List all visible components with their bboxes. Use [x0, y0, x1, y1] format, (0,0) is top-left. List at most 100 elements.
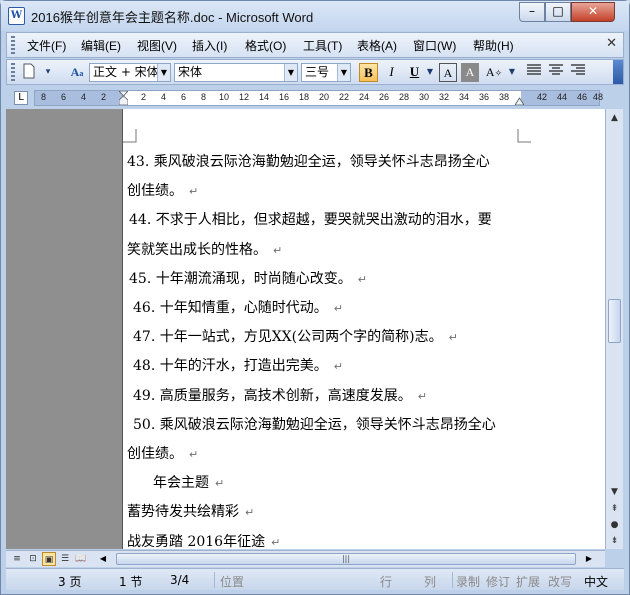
document-line[interactable]: 年会主题 ↵	[153, 472, 224, 492]
status-overwrite[interactable]: 改写	[548, 573, 572, 590]
ruler-tick: 34	[459, 92, 470, 102]
paragraph-mark-icon: ↵	[333, 360, 343, 374]
scroll-left-icon[interactable]: ◀	[96, 552, 110, 566]
scroll-up-icon[interactable]: ▲	[607, 111, 622, 126]
horizontal-ruler[interactable]: 8 6 4 2 2 4 6 8 10 12 14 16 18 20 22 24 …	[34, 90, 603, 106]
menu-table[interactable]: 表格(A)	[357, 37, 397, 54]
print-layout-icon[interactable]: ▣	[42, 552, 56, 566]
scroll-thumb[interactable]	[608, 299, 621, 343]
char-shading-icon[interactable]: A	[461, 63, 479, 82]
font-size-combo[interactable]: 三号 ▼	[301, 63, 351, 82]
line-text: 45. 十年潮流涌现，时尚随心改变。	[129, 270, 352, 287]
status-page-of: 3/4	[170, 573, 190, 587]
ruler-tick: 8	[201, 92, 207, 102]
line-text: 48. 十年的汗水，打造出完美。	[133, 358, 328, 375]
paragraph-mark-icon: ↵	[215, 477, 225, 491]
next-page-icon[interactable]: ⇟	[607, 534, 622, 549]
document-line[interactable]: 蓄势待发共绘精彩 ↵	[127, 501, 254, 521]
document-line[interactable]: 战友勇踏 2016年征途 ↵	[127, 531, 280, 549]
menu-window[interactable]: 窗口(W)	[413, 37, 456, 54]
menu-file[interactable]: 文件(F)	[27, 37, 66, 54]
normal-view-icon[interactable]: ≡	[10, 552, 24, 566]
chevron-down-icon[interactable]: ▼	[157, 64, 170, 81]
ruler-tick: 6	[181, 92, 187, 102]
document-close-icon[interactable]: ✕	[606, 36, 617, 51]
ruler-tick: 2	[141, 92, 147, 102]
document-line[interactable]: 49. 高质量服务，高技术创新，高速度发展。 ↵	[133, 385, 427, 405]
line-text: 43. 乘风破浪云际沧海勤勉迎全运，领导关怀斗志昂扬全心	[127, 154, 490, 170]
horizontal-scroll-thumb[interactable]: |||	[116, 553, 576, 565]
document-line[interactable]: 创佳绩。 ↵	[127, 443, 198, 463]
toolbar-grip-icon[interactable]	[11, 63, 15, 81]
char-scale-icon[interactable]: A✧	[483, 63, 505, 82]
toolbar-overflow-icon[interactable]: ▾	[43, 63, 53, 82]
maximize-button[interactable]: □	[545, 2, 571, 22]
toolbar-options-icon[interactable]	[613, 60, 623, 84]
ruler-tick: 42	[537, 92, 548, 102]
style-combo[interactable]: 正文 + 宋体 ▼	[89, 63, 171, 82]
status-page: 3 页	[58, 575, 82, 589]
new-document-icon[interactable]	[21, 63, 37, 82]
outline-view-icon[interactable]: ☰	[58, 552, 72, 566]
document-line[interactable]: 笑就笑出成长的性格。 ↵	[127, 239, 282, 259]
word-app-icon[interactable]: W	[8, 7, 25, 25]
close-button[interactable]: ✕	[571, 2, 615, 22]
char-border-icon[interactable]: A	[439, 63, 457, 82]
minimize-button[interactable]: –	[519, 2, 545, 22]
document-page[interactable]: 43. 乘风破浪云际沧海勤勉迎全运，领导关怀斗志昂扬全心创佳绩。 ↵ 44. 不求于…	[122, 109, 605, 549]
chevron-down-icon[interactable]: ▼	[284, 64, 297, 81]
menu-view[interactable]: 视图(V)	[137, 37, 177, 54]
status-extend[interactable]: 扩展	[516, 573, 540, 590]
document-line[interactable]: 50. 乘风破浪云际沧海勤勉迎全运，领导关怀斗志昂扬全心	[133, 414, 496, 434]
menu-help[interactable]: 帮助(H)	[473, 37, 514, 54]
ruler-tick: 38	[499, 92, 510, 102]
paragraph-mark-icon: ↵	[245, 506, 255, 520]
document-line[interactable]: 45. 十年潮流涌现，时尚随心改变。 ↵	[129, 268, 367, 288]
ruler-tick: 12	[239, 92, 250, 102]
line-text: 44. 不求于人相比，但求超越，要哭就哭出激动的泪水，要	[129, 212, 492, 229]
menu-edit[interactable]: 编辑(E)	[81, 37, 121, 54]
align-right-icon[interactable]	[569, 63, 587, 82]
italic-button[interactable]: I	[382, 63, 401, 82]
scroll-right-icon[interactable]: ▶	[582, 552, 596, 566]
status-record[interactable]: 录制	[456, 573, 480, 590]
ruler-tick: 24	[359, 92, 370, 102]
menu-format[interactable]: 格式(O)	[245, 37, 286, 54]
document-line[interactable]: 47. 十年一站式，方见XX(公司两个字的简称)志。 ↵	[133, 326, 458, 346]
status-language[interactable]: 中文	[584, 573, 608, 590]
line-text: 50. 乘风破浪云际沧海勤勉迎全运，领导关怀斗志昂扬全心	[133, 416, 496, 433]
right-indent-marker-icon[interactable]	[515, 91, 524, 105]
vertical-scrollbar[interactable]: ▲ ▼ ⇞ ● ⇟	[605, 109, 623, 549]
indent-marker-icon[interactable]	[119, 91, 128, 105]
document-line[interactable]: 44. 不求于人相比，但求超越，要哭就哭出激动的泪水，要	[129, 209, 492, 229]
menu-tools[interactable]: 工具(T)	[303, 37, 342, 54]
menu-insert[interactable]: 插入(I)	[192, 37, 227, 54]
styles-pane-icon[interactable]: Aa	[67, 63, 87, 82]
bold-button[interactable]: B	[359, 63, 378, 82]
previous-page-icon[interactable]: ⇞	[607, 502, 622, 517]
align-center-icon[interactable]	[547, 63, 565, 82]
status-revise[interactable]: 修订	[486, 573, 510, 590]
horizontal-scrollbar[interactable]: ≡ ⊡ ▣ ☰ 📖 ◀ ||| ▶	[6, 550, 605, 567]
document-line[interactable]: 43. 乘风破浪云际沧海勤勉迎全运，领导关怀斗志昂扬全心	[127, 151, 490, 171]
chevron-down-icon[interactable]: ▼	[337, 64, 350, 81]
scroll-down-icon[interactable]: ▼	[607, 485, 622, 500]
web-view-icon[interactable]: ⊡	[26, 552, 40, 566]
align-justify-icon[interactable]	[525, 63, 543, 82]
menu-grip-icon[interactable]	[11, 36, 15, 54]
ruler-tick: 4	[161, 92, 167, 102]
font-combo[interactable]: 宋体 ▼	[174, 63, 298, 82]
status-column: 列	[424, 575, 437, 589]
ruler-tick: 44	[557, 92, 568, 102]
paragraph-mark-icon: ↵	[333, 302, 343, 315]
document-line[interactable]: 创佳绩。 ↵	[127, 180, 198, 200]
underline-dropdown-icon[interactable]: ▼	[425, 63, 435, 82]
document-line[interactable]: 46. 十年知情重，心随时代动。 ↵	[133, 297, 343, 317]
browse-object-icon[interactable]: ●	[607, 518, 622, 533]
document-line[interactable]: 48. 十年的汗水，打造出完美。 ↵	[133, 355, 343, 375]
word-window: W 2016猴年创意年会主题名称.doc - Microsoft Word – …	[0, 0, 630, 595]
underline-button[interactable]: U	[405, 63, 424, 82]
tab-selector-icon[interactable]: L	[14, 91, 28, 105]
reading-view-icon[interactable]: 📖	[74, 552, 88, 566]
char-scale-dropdown-icon[interactable]: ▼	[507, 63, 517, 82]
